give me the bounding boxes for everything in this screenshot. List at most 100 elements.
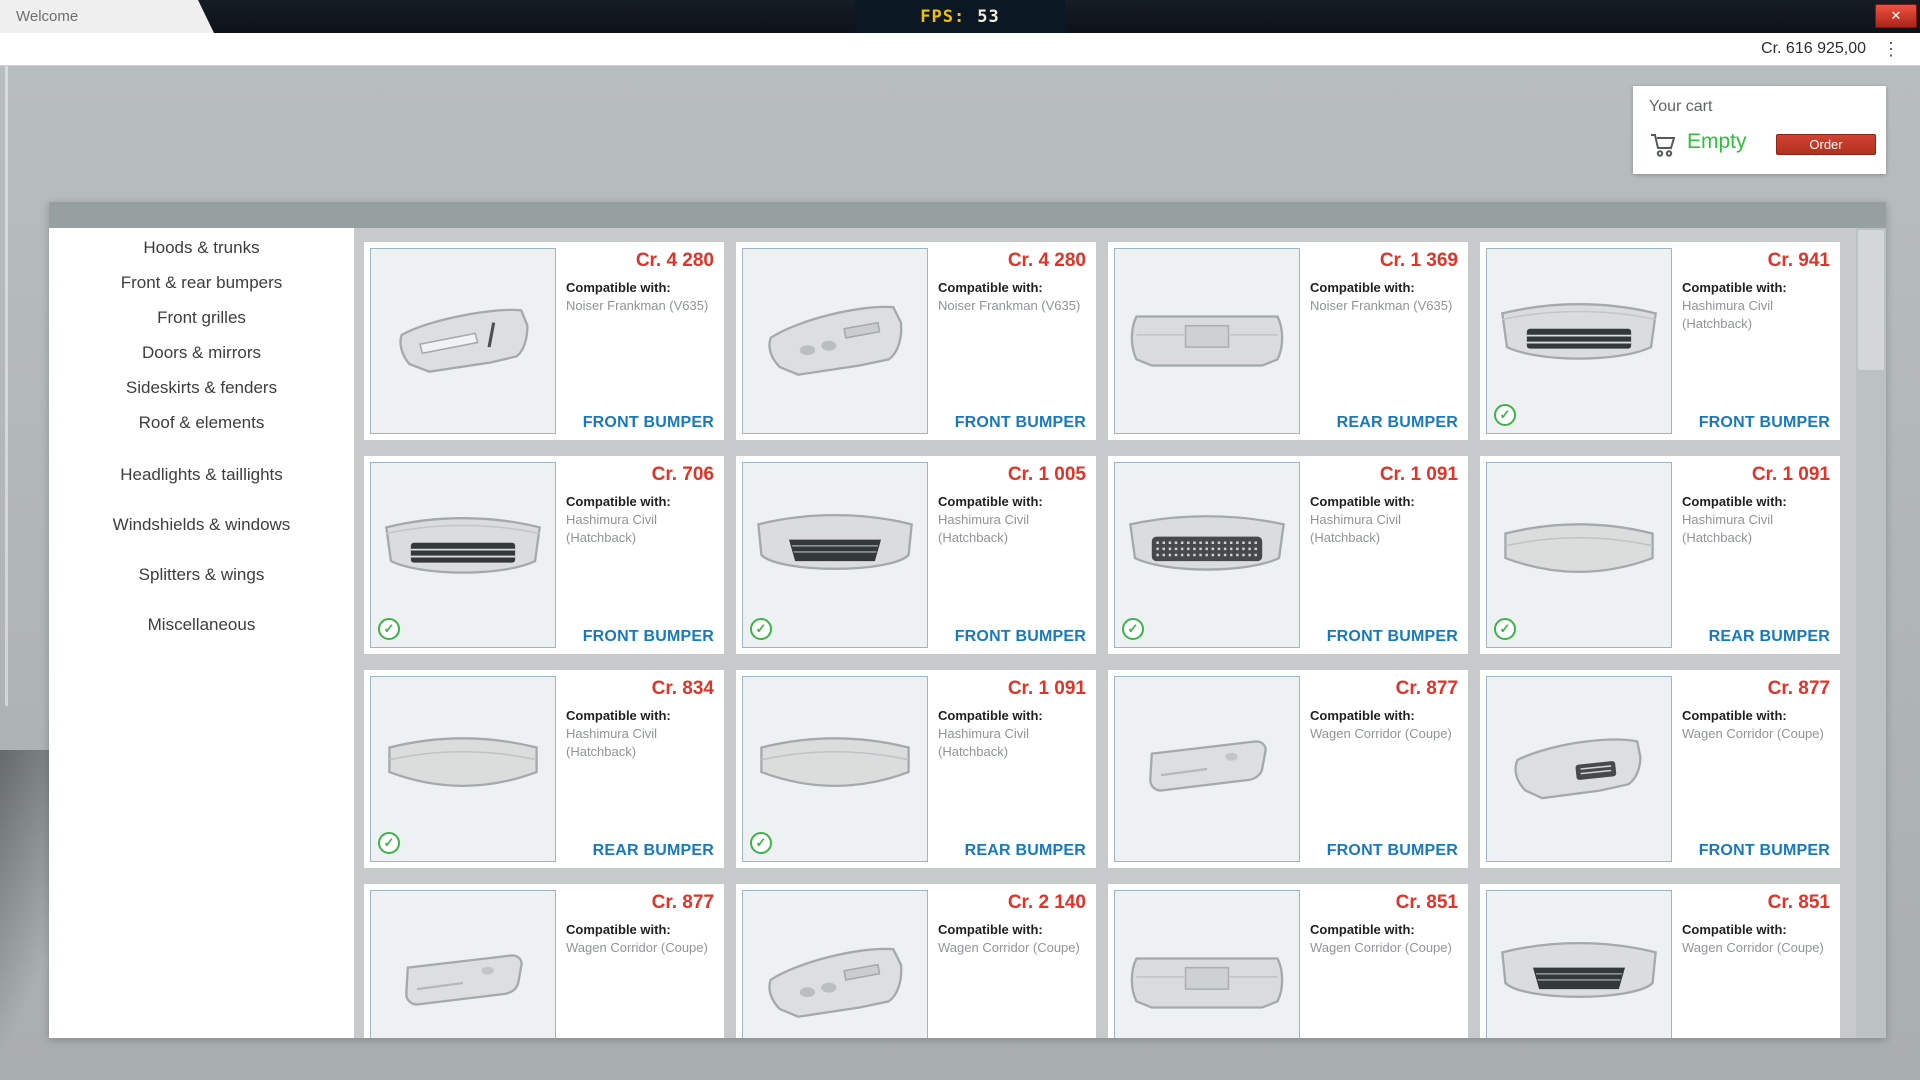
front-bumper-image	[1487, 677, 1671, 861]
fps-value: 53	[977, 7, 999, 27]
part-price: Cr. 941	[1768, 250, 1830, 272]
product-card[interactable]: ✓ Cr. 1 005 Compatible with: Hashimura C…	[736, 456, 1096, 654]
compatible-value: Wagen Corridor (Coupe)	[1682, 939, 1836, 957]
compatible-label: Compatible with:	[566, 922, 671, 937]
compatible-value: Hashimura Civil (Hatchback)	[1682, 297, 1836, 332]
order-button[interactable]: Order	[1776, 134, 1876, 155]
sidebar-item-sideskirts-fenders[interactable]: Sideskirts & fenders	[49, 370, 354, 405]
product-card[interactable]: ✓ Cr. 851 Compatible with: Wagen Corrido…	[1480, 884, 1840, 1038]
sidebar-item-front-rear-bumpers[interactable]: Front & rear bumpers	[49, 265, 354, 300]
part-type-label: FRONT BUMPER	[955, 414, 1086, 432]
tab-welcome-label: Welcome	[16, 8, 78, 25]
close-icon: ✕	[1891, 8, 1902, 24]
compatible-label: Compatible with:	[1682, 280, 1787, 295]
part-image-box: ✓	[1114, 462, 1300, 648]
part-image-box: ✓	[1486, 676, 1672, 862]
front-bumper-image	[371, 249, 555, 433]
compatible-label: Compatible with:	[566, 708, 671, 723]
product-card[interactable]: ✓ Cr. 2 140 Compatible with: Wagen Corri…	[736, 884, 1096, 1038]
compatible-label: Compatible with:	[938, 922, 1043, 937]
close-button[interactable]: ✕	[1875, 4, 1917, 28]
bumper-image	[743, 891, 927, 1038]
part-image-box: ✓	[1486, 462, 1672, 648]
scrollbar-thumb[interactable]	[1858, 230, 1884, 370]
balance-display: Cr. 616 925,00	[1761, 33, 1866, 65]
product-card[interactable]: ✓ Cr. 1 091 Compatible with: Hashimura C…	[736, 670, 1096, 868]
rear-bumper-image	[1115, 249, 1299, 433]
compatible-value: Wagen Corridor (Coupe)	[566, 939, 720, 957]
part-type-label: FRONT BUMPER	[1699, 414, 1830, 432]
compatible-value: Noiser Frankman (V635)	[566, 297, 720, 315]
part-price: Cr. 1 091	[1380, 464, 1458, 486]
product-grid: ✓ Cr. 4 280 Compatible with: Noiser Fran…	[364, 242, 1846, 1038]
compatible-label: Compatible with:	[1310, 922, 1415, 937]
sidebar-item-miscellaneous[interactable]: Miscellaneous	[49, 600, 354, 650]
part-image-box: ✓	[1486, 890, 1672, 1038]
owned-check-icon: ✓	[378, 832, 400, 854]
cart-panel: Your cart Empty Order	[1633, 86, 1886, 174]
bumper-image	[371, 891, 555, 1038]
bumper-image	[1115, 891, 1299, 1038]
part-price: Cr. 1 369	[1380, 250, 1458, 272]
front-bumper-image	[1115, 463, 1299, 647]
product-card[interactable]: ✓ Cr. 1 091 Compatible with: Hashimura C…	[1480, 456, 1840, 654]
catalog-window: Hoods & trunks Front & rear bumpers Fron…	[49, 202, 1886, 1038]
cart-title: Your cart	[1649, 98, 1712, 116]
part-type-label: FRONT BUMPER	[955, 628, 1086, 646]
part-image-box: ✓	[1486, 248, 1672, 434]
cart-icon	[1649, 132, 1677, 158]
part-type-label: REAR BUMPER	[1337, 414, 1458, 432]
part-price: Cr. 2 140	[1008, 892, 1086, 914]
compatible-value: Hashimura Civil (Hatchback)	[938, 511, 1092, 546]
compatible-value: Noiser Frankman (V635)	[1310, 297, 1464, 315]
sidebar-item-doors-mirrors[interactable]: Doors & mirrors	[49, 335, 354, 370]
compatible-value: Noiser Frankman (V635)	[938, 297, 1092, 315]
owned-check-icon: ✓	[750, 832, 772, 854]
compatible-label: Compatible with:	[938, 708, 1043, 723]
compatible-value: Hashimura Civil (Hatchback)	[1310, 511, 1464, 546]
front-bumper-image	[1487, 249, 1671, 433]
sheet-edge-highlight	[5, 66, 8, 706]
compatible-value: Hashimura Civil (Hatchback)	[566, 725, 720, 760]
product-card[interactable]: ✓ Cr. 877 Compatible with: Wagen Corrido…	[1480, 670, 1840, 868]
product-card[interactable]: ✓ Cr. 1 369 Compatible with: Noiser Fran…	[1108, 242, 1468, 440]
kebab-menu-icon[interactable]: ⋮	[1882, 33, 1900, 65]
part-image-box: ✓	[742, 890, 928, 1038]
compatible-value: Hashimura Civil (Hatchback)	[566, 511, 720, 546]
compatible-value: Wagen Corridor (Coupe)	[1682, 725, 1836, 743]
product-card[interactable]: ✓ Cr. 4 280 Compatible with: Noiser Fran…	[364, 242, 724, 440]
catalog-titlebar	[49, 202, 1886, 228]
product-card[interactable]: ✓ Cr. 877 Compatible with: Wagen Corrido…	[1108, 670, 1468, 868]
product-card[interactable]: ✓ Cr. 941 Compatible with: Hashimura Civ…	[1480, 242, 1840, 440]
product-card[interactable]: ✓ Cr. 4 280 Compatible with: Noiser Fran…	[736, 242, 1096, 440]
rear-bumper-image	[371, 677, 555, 861]
part-image-box: ✓	[1114, 890, 1300, 1038]
product-card[interactable]: ✓ Cr. 706 Compatible with: Hashimura Civ…	[364, 456, 724, 654]
part-image-box: ✓	[742, 248, 928, 434]
sidebar-item-front-grilles[interactable]: Front grilles	[49, 300, 354, 335]
compatible-label: Compatible with:	[1310, 708, 1415, 723]
fps-label: FPS:	[920, 7, 965, 27]
product-card[interactable]: ✓ Cr. 1 091 Compatible with: Hashimura C…	[1108, 456, 1468, 654]
sidebar-item-splitters-wings[interactable]: Splitters & wings	[49, 550, 354, 600]
sidebar-item-hoods-trunks[interactable]: Hoods & trunks	[49, 230, 354, 265]
catalog-scrollbar[interactable]	[1856, 228, 1886, 1038]
sidebar-item-roof-elements[interactable]: Roof & elements	[49, 405, 354, 440]
part-image-box: ✓	[742, 462, 928, 648]
product-card[interactable]: ✓ Cr. 877 Compatible with: Wagen Corrido…	[364, 884, 724, 1038]
owned-check-icon: ✓	[1494, 404, 1516, 426]
part-price: Cr. 877	[652, 892, 714, 914]
product-card[interactable]: ✓ Cr. 834 Compatible with: Hashimura Civ…	[364, 670, 724, 868]
compatible-label: Compatible with:	[1310, 280, 1415, 295]
part-image-box: ✓	[370, 890, 556, 1038]
fps-counter: FPS: 53	[855, 0, 1065, 33]
tab-welcome[interactable]: Welcome	[0, 0, 214, 33]
part-price: Cr. 834	[652, 678, 714, 700]
part-price: Cr. 1 091	[1008, 678, 1086, 700]
sidebar-item-headlights-taillights[interactable]: Headlights & taillights	[49, 450, 354, 500]
product-card[interactable]: ✓ Cr. 851 Compatible with: Wagen Corrido…	[1108, 884, 1468, 1038]
compatible-label: Compatible with:	[938, 280, 1043, 295]
part-type-label: FRONT BUMPER	[1699, 842, 1830, 860]
part-price: Cr. 851	[1768, 892, 1830, 914]
sidebar-item-windshields-windows[interactable]: Windshields & windows	[49, 500, 354, 550]
